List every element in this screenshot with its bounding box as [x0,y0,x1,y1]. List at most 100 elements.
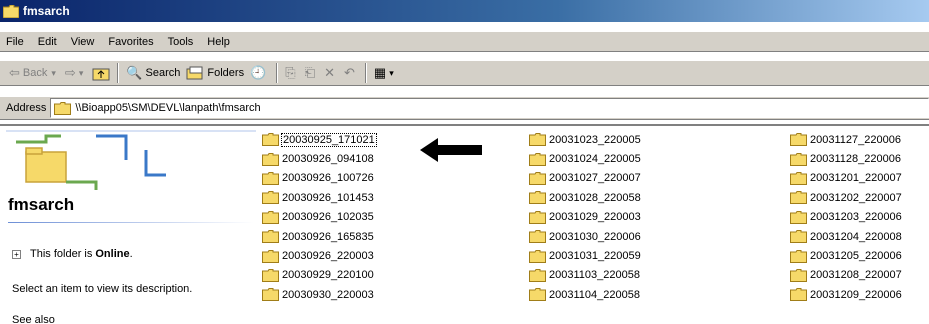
folder-item[interactable]: 20031203_220006 [790,208,902,227]
search-button[interactable]: 🔍 Search [123,62,183,84]
folder-name: 20030925_171021 [281,132,377,147]
folder-item[interactable]: 20031023_220005 [529,130,641,149]
folder-item[interactable]: 20030929_220100 [262,266,376,285]
folder-name: 20030926_094108 [282,153,374,166]
folder-item[interactable]: 20031027_220007 [529,169,641,188]
folder-item[interactable]: 20031204_220008 [790,227,902,246]
toolbar-separator [117,63,120,83]
address-field[interactable]: \\Bioapp05\SM\DEVL\lanpath\fmsarch [50,98,929,118]
folder-name: 20031027_220007 [549,172,641,185]
online-status-row[interactable]: + This folder is Online . [12,248,133,260]
folder-item[interactable]: 20031205_220006 [790,246,902,265]
folder-icon [529,171,546,185]
folder-icon [262,152,279,166]
copy-to-button[interactable]: ⎗ [302,62,321,84]
address-label: Address [6,102,47,114]
views-icon: ▦ [373,65,387,80]
folder-name: 20031127_220006 [810,133,901,146]
delete-button[interactable]: ✕ [321,62,341,84]
folder-item[interactable]: 20031024_220005 [529,149,641,168]
undo-button[interactable]: ↶ [341,62,361,84]
folders-button[interactable]: Folders [183,62,247,84]
folder-item[interactable]: 20031028_220058 [529,188,641,207]
views-button[interactable]: ▦ ▾ [371,62,400,84]
folder-name: 20031202_220007 [810,191,902,204]
folder-item[interactable]: 20030926_101453 [262,188,376,207]
chevron-down-icon: ▾ [78,67,84,78]
history-button[interactable]: 🕘 [247,62,272,84]
expand-icon[interactable]: + [12,249,21,259]
menu-bar: File Edit View Favorites Tools Help [0,31,929,52]
folder-icon [262,171,279,185]
back-button[interactable]: ⇦ Back ▾ [6,62,62,84]
folder-icon [262,249,279,263]
folder-item[interactable]: 20031029_220003 [529,208,641,227]
toolbar-separator [276,63,279,83]
folder-item[interactable]: 20030925_171021 [262,130,377,149]
folder-icon [790,133,807,147]
online-prefix: This folder is [30,248,93,260]
menu-tools[interactable]: Tools [168,36,194,48]
folder-icon [262,288,279,302]
title-bar: fmsarch [0,0,929,22]
menu-edit[interactable]: Edit [38,36,57,48]
folder-name: 20031104_220058 [549,288,640,301]
folder-icon [790,268,807,282]
window-title: fmsarch [23,4,70,18]
folder-name: 20031203_220006 [810,211,902,224]
folder-icon [529,152,546,166]
folder-name: 20030926_102035 [282,211,374,224]
folder-item[interactable]: 20031202_220007 [790,188,902,207]
folder-item[interactable]: 20031030_220006 [529,227,641,246]
undo-icon: ↶ [343,65,355,80]
folder-item[interactable]: 20031103_220058 [529,266,641,285]
folder-icon [790,191,807,205]
menu-view[interactable]: View [71,36,95,48]
folder-icon [529,133,546,147]
folder-item[interactable]: 20031127_220006 [790,130,902,149]
folder-name: 20030926_165835 [282,230,374,243]
up-folder-button[interactable] [89,62,113,84]
folder-icon [790,210,807,224]
folder-item[interactable]: 20031104_220058 [529,285,641,304]
folder-item[interactable]: 20030926_094108 [262,149,376,168]
folder-name: 20031209_220006 [810,288,902,301]
copy-to-icon: ⎗ [304,65,316,80]
see-also-text: See also [12,314,55,324]
folder-name: 20031201_220007 [810,172,902,185]
menu-help[interactable]: Help [207,36,230,48]
folder-item[interactable]: 20031201_220007 [790,169,902,188]
search-label: Search [145,67,181,79]
menu-favorites[interactable]: Favorites [108,36,153,48]
folder-item[interactable]: 20031031_220059 [529,246,641,265]
folder-name: 20031024_220005 [549,153,641,166]
folder-item[interactable]: 20030926_220003 [262,246,376,265]
folder-icon [529,210,546,224]
move-to-button[interactable]: ⎘ [282,62,301,84]
folder-item[interactable]: 20030926_100726 [262,169,376,188]
search-icon: 🔍 [126,65,143,80]
folder-icon [262,210,279,224]
forward-button[interactable]: ⇨ ▾ [62,62,89,84]
folder-name: 20031208_220007 [810,269,902,282]
folder-name: 20031028_220058 [549,191,641,204]
folder-icon [790,230,807,244]
folder-item[interactable]: 20030926_102035 [262,208,376,227]
menu-file[interactable]: File [6,36,24,48]
address-bar: Address \\Bioapp05\SM\DEVL\lanpath\fmsar… [0,96,929,120]
folder-item[interactable]: 20031208_220007 [790,266,902,285]
select-hint: Select an item to view its description. [12,283,193,295]
folder-icon [529,288,546,302]
folder-item[interactable]: 20031209_220006 [790,285,902,304]
folder-icon [262,230,279,244]
folder-name: 20031204_220008 [810,230,902,243]
folders-icon [186,66,203,80]
folder-item[interactable]: 20030930_220003 [262,285,376,304]
up-folder-icon [92,68,110,80]
folder-name: 20030930_220003 [282,288,374,301]
folder-name: 20031031_220059 [549,250,641,263]
left-arrow-annotation-icon [420,138,482,162]
folder-icon [54,101,72,115]
folder-item[interactable]: 20031128_220006 [790,149,902,168]
folder-item[interactable]: 20030926_165835 [262,227,376,246]
